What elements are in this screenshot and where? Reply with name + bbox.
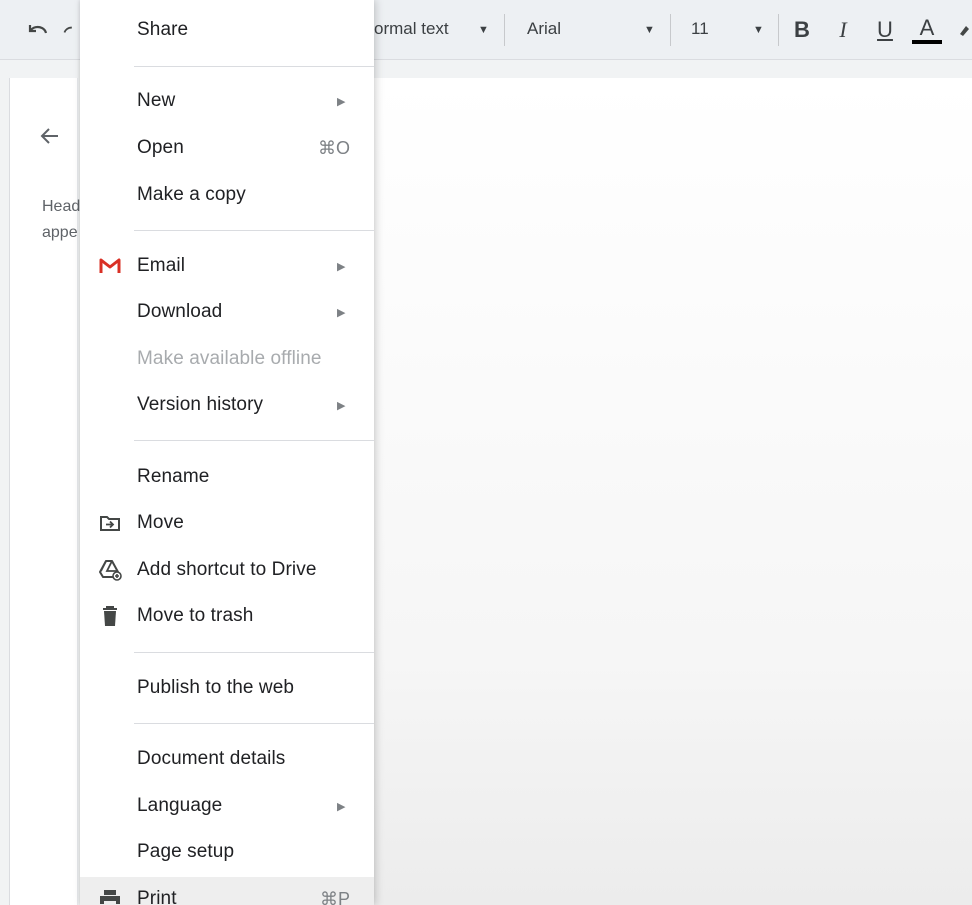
italic-button[interactable]: I xyxy=(829,14,857,46)
menu-item-print[interactable]: Print ⌘P xyxy=(80,877,374,905)
outline-hint-text: Head appe xyxy=(42,194,82,246)
text-color-swatch xyxy=(912,39,942,44)
menu-item-add-shortcut-to-drive[interactable]: Add shortcut to Drive xyxy=(80,548,374,592)
menu-item-language[interactable]: Language ▶ xyxy=(80,784,374,828)
menu-item-label: Rename xyxy=(137,466,210,487)
menu-item-share[interactable]: Share xyxy=(80,8,374,52)
menu-item-label: Document details xyxy=(137,748,286,769)
menu-item-label: Version history xyxy=(137,394,264,415)
menu-item-label: Print xyxy=(137,888,177,905)
file-menu: Share New ▶ Open ⌘O Make a copy Email ▶ … xyxy=(80,0,374,905)
menu-divider xyxy=(134,723,374,724)
menu-item-open[interactable]: Open ⌘O xyxy=(80,126,374,170)
caret-down-icon: ▼ xyxy=(644,24,655,36)
menu-item-new[interactable]: New ▶ xyxy=(80,79,374,123)
drive-add-icon xyxy=(98,558,122,582)
folder-move-icon xyxy=(98,511,122,535)
bold-button[interactable]: B xyxy=(788,14,816,46)
menu-item-version-history[interactable]: Version history ▶ xyxy=(80,383,374,427)
font-family-select[interactable]: Arial xyxy=(527,19,561,39)
menu-item-move[interactable]: Move xyxy=(80,501,374,545)
menu-item-rename[interactable]: Rename xyxy=(80,455,374,499)
underline-button[interactable]: U xyxy=(871,14,899,46)
text-color-label: A xyxy=(919,14,935,40)
menu-divider xyxy=(134,66,374,67)
menu-item-label: Open xyxy=(137,137,184,158)
menu-divider xyxy=(134,440,374,441)
highlight-pen-icon[interactable] xyxy=(956,18,972,42)
menu-item-label: Move xyxy=(137,512,184,533)
menu-item-label: Language xyxy=(137,795,223,816)
undo-icon[interactable] xyxy=(26,18,50,42)
menu-item-document-details[interactable]: Document details xyxy=(80,737,374,781)
document-canvas[interactable] xyxy=(374,78,972,905)
menu-item-make-a-copy[interactable]: Make a copy xyxy=(80,173,374,217)
toolbar-divider xyxy=(670,14,671,46)
gmail-icon xyxy=(98,254,122,278)
menu-item-label: Make available offline xyxy=(137,348,322,369)
menu-item-make-available-offline: Make available offline xyxy=(80,337,374,381)
submenu-arrow-icon: ▶ xyxy=(337,95,346,108)
toolbar-divider xyxy=(504,14,505,46)
menu-item-publish-to-the-web[interactable]: Publish to the web xyxy=(80,666,374,710)
trash-icon xyxy=(98,604,122,628)
redo-icon[interactable] xyxy=(62,18,80,42)
keyboard-shortcut: ⌘O xyxy=(317,137,350,158)
docs-window: ormal text ▼ Arial ▼ 11 ▼ B I U A Head a… xyxy=(0,0,972,905)
menu-divider xyxy=(134,652,374,653)
menu-item-label: Email xyxy=(137,255,186,276)
menu-item-download[interactable]: Download ▶ xyxy=(80,290,374,334)
menu-item-label: Share xyxy=(137,19,189,40)
font-size-select[interactable]: 11 xyxy=(691,19,709,39)
menu-item-move-to-trash[interactable]: Move to trash xyxy=(80,594,374,638)
menu-item-page-setup[interactable]: Page setup xyxy=(80,830,374,874)
submenu-arrow-icon: ▶ xyxy=(337,306,346,319)
keyboard-shortcut: ⌘P xyxy=(319,888,350,905)
menu-item-label: New xyxy=(137,90,176,111)
menu-item-label: Download xyxy=(137,301,223,322)
menu-item-label: Move to trash xyxy=(137,605,254,626)
submenu-arrow-icon: ▶ xyxy=(337,260,346,273)
outline-hint-line: Head xyxy=(42,198,81,215)
menu-item-label: Add shortcut to Drive xyxy=(137,559,317,580)
menu-item-label: Make a copy xyxy=(137,184,246,205)
vertical-ruler xyxy=(0,78,10,905)
arrow-left-icon[interactable] xyxy=(36,122,64,150)
menu-item-label: Page setup xyxy=(137,841,235,862)
caret-down-icon: ▼ xyxy=(478,24,489,36)
paragraph-style-select[interactable]: ormal text xyxy=(374,19,449,39)
menu-item-email[interactable]: Email ▶ xyxy=(80,244,374,288)
submenu-arrow-icon: ▶ xyxy=(337,399,346,412)
text-color-button[interactable]: A xyxy=(912,14,942,46)
caret-down-icon: ▼ xyxy=(753,24,764,36)
outline-hint-line: appe xyxy=(42,224,78,241)
menu-divider xyxy=(134,230,374,231)
submenu-arrow-icon: ▶ xyxy=(337,800,346,813)
menu-item-label: Publish to the web xyxy=(137,677,295,698)
toolbar-divider xyxy=(778,14,779,46)
printer-icon xyxy=(98,887,122,905)
